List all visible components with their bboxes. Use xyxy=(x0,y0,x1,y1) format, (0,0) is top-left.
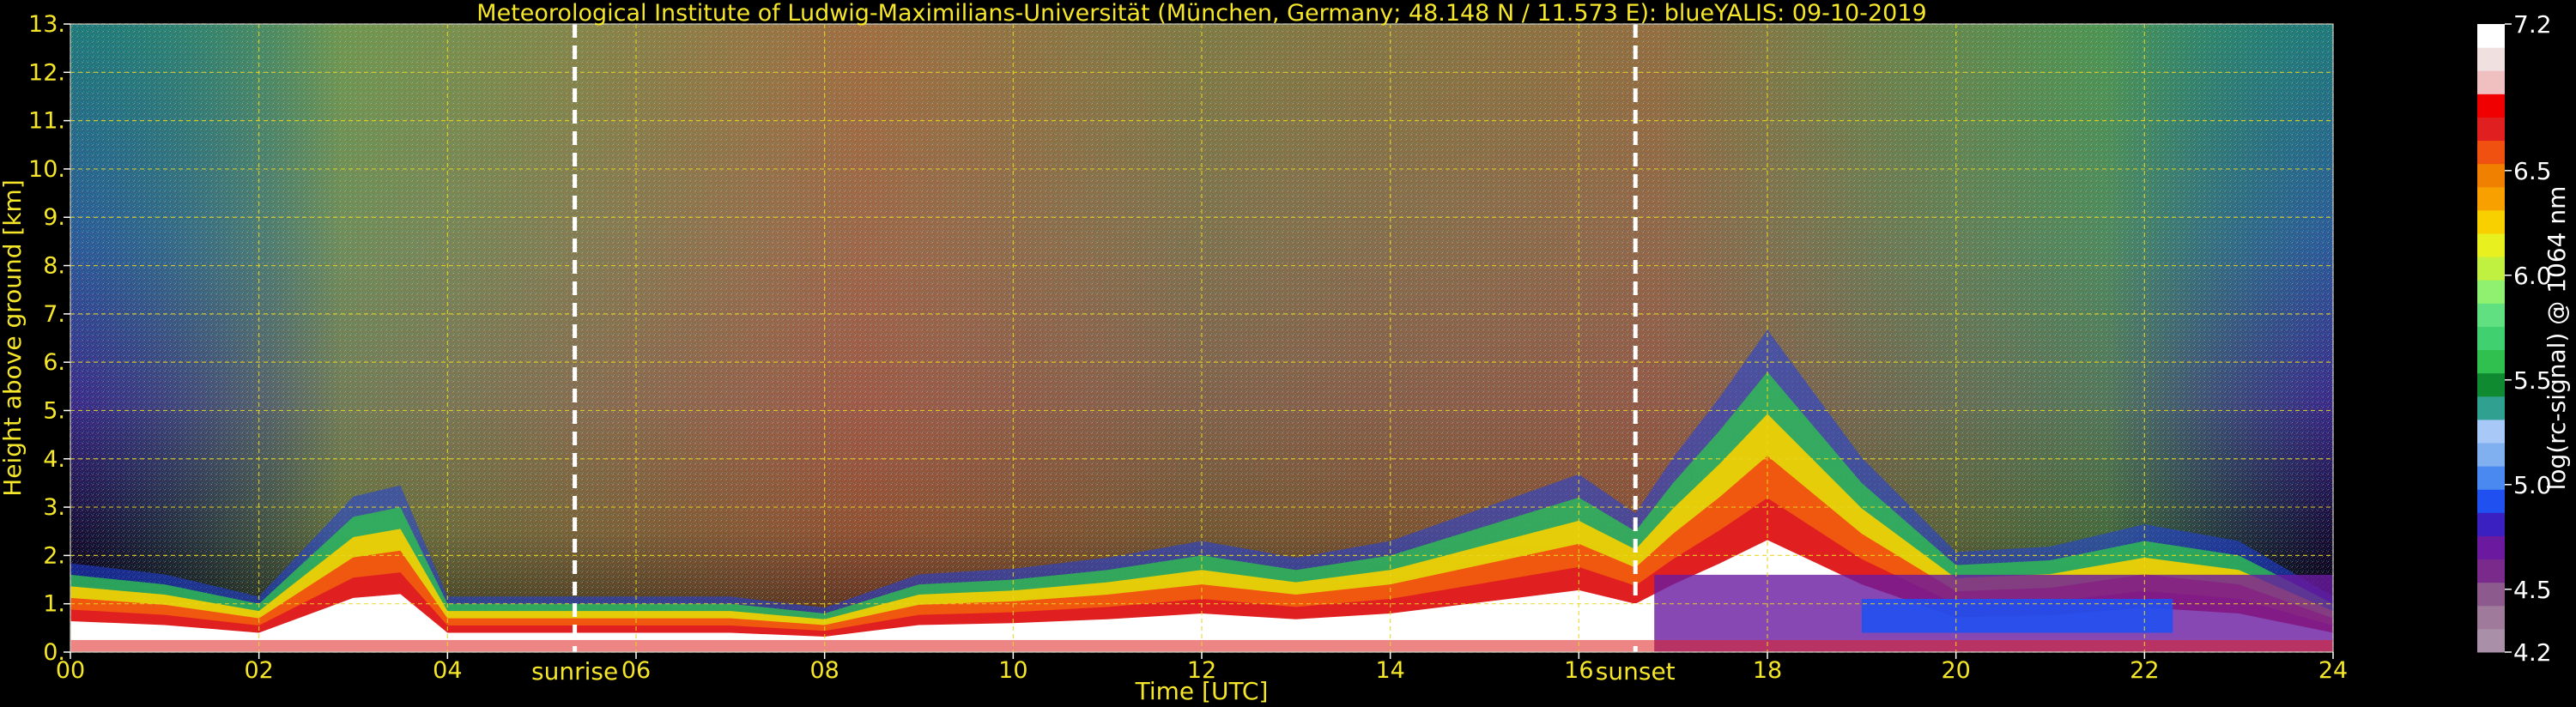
colorbar-segment xyxy=(2477,628,2505,653)
colorbar-segment xyxy=(2477,396,2505,420)
colorbar-segment xyxy=(2477,326,2505,351)
x-tick-label: 18 xyxy=(1753,657,1782,684)
y-tick-label: 1. xyxy=(43,591,65,618)
y-tick-label: 13. xyxy=(28,11,65,38)
colorbar-segment xyxy=(2477,466,2505,490)
y-axis-label: Height above ground [km] xyxy=(0,179,27,497)
x-tick-label: 14 xyxy=(1375,657,1404,684)
y-tick-label: 6. xyxy=(43,349,65,376)
y-tick-label: 11. xyxy=(28,108,65,135)
x-tick-label: 02 xyxy=(244,657,273,684)
y-tick-label: 12. xyxy=(28,59,65,86)
sun-marker-label: sunrise xyxy=(531,657,618,686)
x-tick-label: 20 xyxy=(1941,657,1970,684)
colorbar-segment xyxy=(2477,257,2505,281)
x-tick-label: 22 xyxy=(2130,657,2159,684)
colorbar-segment xyxy=(2477,94,2505,118)
colorbar-segment xyxy=(2477,70,2505,94)
y-tick-label: 4. xyxy=(43,446,65,473)
x-tick-label: 04 xyxy=(433,657,462,684)
colorbar-segment xyxy=(2477,535,2505,560)
colorbar-segment xyxy=(2477,233,2505,257)
y-tick-label: 9. xyxy=(43,204,65,231)
colorbar-segment xyxy=(2477,209,2505,234)
plot-area: sunrise sunset xyxy=(70,23,2334,686)
colorbar-segment xyxy=(2477,559,2505,583)
colorbar-segment xyxy=(2477,117,2505,142)
colorbar-label: log(rc-signal) @ 1064 nm xyxy=(2543,186,2571,491)
colorbar-tick-label: 7.2 xyxy=(2513,10,2552,39)
x-tick-label: 08 xyxy=(809,657,839,684)
colorbar-segment xyxy=(2477,186,2505,211)
y-tick-label: 8. xyxy=(43,253,65,280)
colorbar-segment xyxy=(2477,303,2505,327)
y-tick-label: 7. xyxy=(43,301,65,328)
colorbar-segment xyxy=(2477,605,2505,630)
colorbar-segment xyxy=(2477,163,2505,188)
colorbar-segment xyxy=(2477,140,2505,165)
x-tick-label: 10 xyxy=(998,657,1027,684)
colorbar-segment xyxy=(2477,280,2505,304)
y-tick-label: 5. xyxy=(43,397,65,424)
sun-marker-label: sunset xyxy=(1596,657,1676,686)
y-tick-label: 3. xyxy=(43,494,65,521)
colorbar-segment xyxy=(2477,349,2505,374)
colorbar-segment xyxy=(2477,372,2505,397)
colorbar-segment xyxy=(2477,443,2505,467)
colorbar-segment xyxy=(2477,419,2505,444)
colorbar-segment xyxy=(2477,582,2505,607)
colorbar: 4.24.55.05.56.06.57.2 xyxy=(2477,10,2552,667)
colorbar-tick-label: 6.5 xyxy=(2513,157,2552,185)
chart-title: Meteorological Institute of Ludwig-Maxim… xyxy=(476,0,1926,27)
colorbar-tick-label: 4.5 xyxy=(2513,576,2552,604)
y-tick-label: 0. xyxy=(43,639,65,666)
x-tick-label: 16 xyxy=(1564,657,1593,684)
y-axis-ticks: 0. 1. 2. 3. 4. 5. 6. 7. 8. 9. 10. 11. 12. 13. xyxy=(28,11,70,666)
y-tick-label: 10. xyxy=(28,156,65,183)
lidar-chart: sunrise sunset 00 02 04 06 08 10 12 14 16 18 20 22 24… xyxy=(0,0,2571,705)
colorbar-tick-label: 4.2 xyxy=(2513,638,2552,667)
x-tick-label: 06 xyxy=(621,657,651,684)
colorbar-segment xyxy=(2477,24,2505,48)
x-tick-label: 24 xyxy=(2318,657,2348,684)
x-axis-label: Time [UTC] xyxy=(1135,677,1269,705)
colorbar-segment xyxy=(2477,512,2505,536)
colorbar-segment xyxy=(2477,47,2505,71)
colorbar-segment xyxy=(2477,489,2505,513)
y-tick-label: 2. xyxy=(43,542,65,569)
